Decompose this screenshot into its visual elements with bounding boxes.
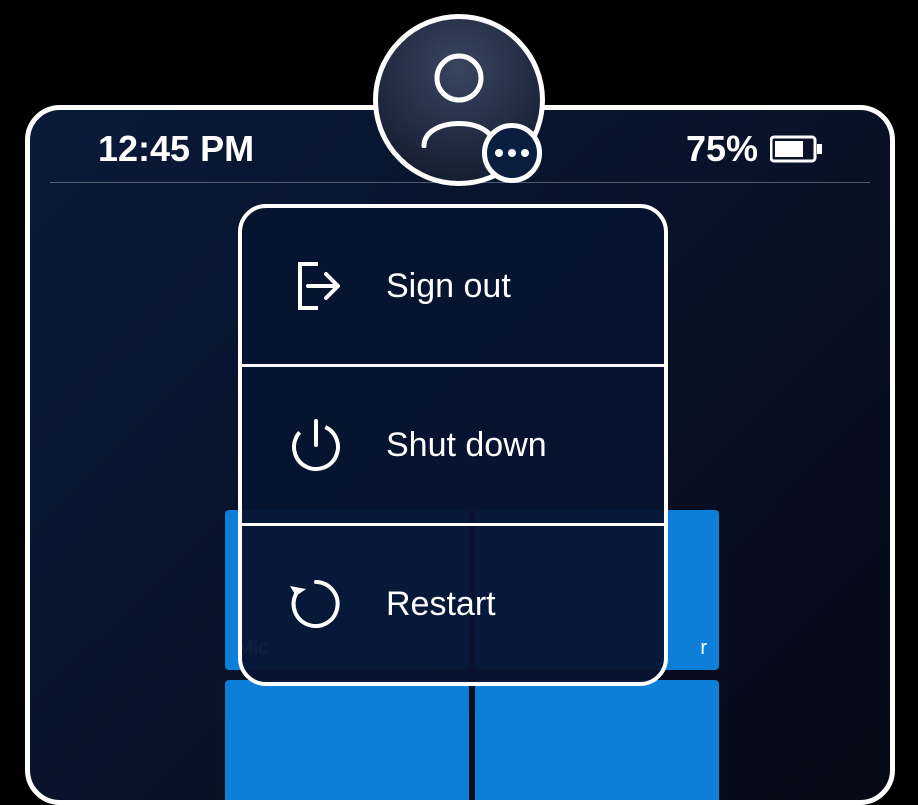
restart-button[interactable]: Restart: [242, 526, 664, 682]
more-options-button[interactable]: [482, 123, 542, 183]
app-tile[interactable]: [225, 680, 469, 805]
dot-icon: [521, 149, 529, 157]
clock: 12:45 PM: [98, 128, 254, 170]
restart-icon: [286, 574, 346, 634]
menu-item-label: Shut down: [386, 426, 547, 465]
battery-status: 75%: [686, 128, 822, 170]
dot-icon: [495, 149, 503, 157]
menu-item-label: Sign out: [386, 267, 511, 306]
battery-icon: [770, 135, 822, 163]
menu-item-label: Restart: [386, 585, 496, 624]
sign-out-button[interactable]: Sign out: [242, 208, 664, 367]
app-tile-row: [225, 680, 719, 805]
shut-down-button[interactable]: Shut down: [242, 367, 664, 526]
battery-percent: 75%: [686, 128, 758, 170]
power-menu: Sign out Shut down Restart: [238, 204, 668, 686]
power-icon: [286, 415, 346, 475]
app-tile[interactable]: [475, 680, 719, 805]
tile-label: r: [700, 637, 707, 660]
avatar-circle: [373, 14, 545, 186]
dot-icon: [508, 149, 516, 157]
sign-out-icon: [286, 256, 346, 316]
user-avatar[interactable]: [373, 14, 545, 186]
